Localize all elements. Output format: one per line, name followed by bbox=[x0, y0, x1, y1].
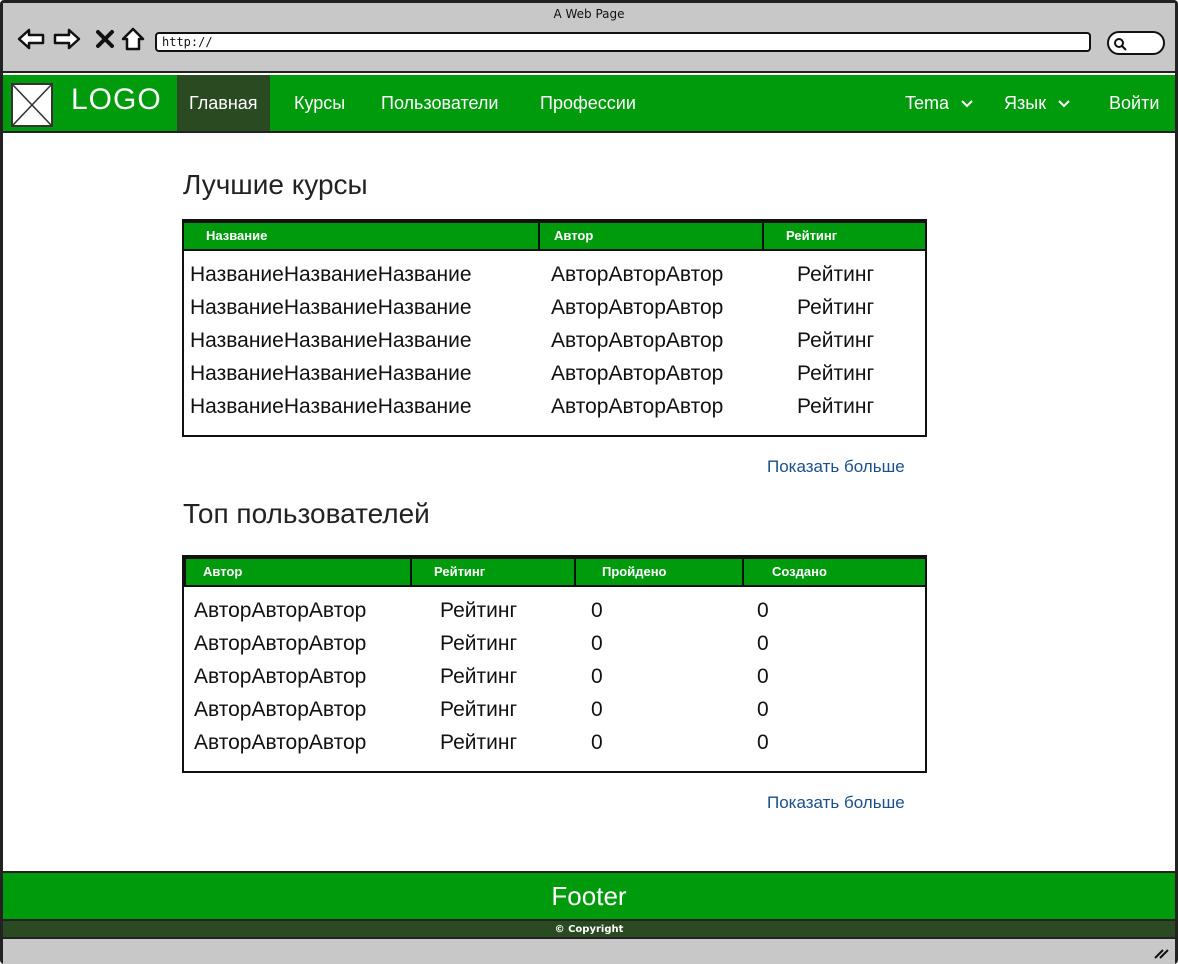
course-name: НазваниеНазваниеНазвание bbox=[190, 263, 472, 286]
column-header[interactable]: Рейтинг bbox=[410, 557, 576, 587]
table-row[interactable]: АвторАвторАвтор Рейтинг 0 0 bbox=[184, 727, 925, 760]
course-rating: Рейтинг bbox=[797, 263, 875, 286]
table-row[interactable]: АвторАвторАвтор Рейтинг 0 0 bbox=[184, 628, 925, 661]
show-more-courses-link[interactable]: Показать больше bbox=[767, 457, 905, 477]
column-header[interactable]: Пройдено bbox=[574, 557, 744, 587]
home-icon[interactable] bbox=[119, 25, 147, 53]
course-author: АвторАвторАвтор bbox=[551, 362, 724, 385]
copyright: © Copyright bbox=[3, 919, 1175, 939]
nav-item-courses[interactable]: Курсы bbox=[282, 75, 357, 131]
user-completed: 0 bbox=[591, 599, 603, 622]
course-name: НазваниеНазваниеНазвание bbox=[190, 362, 472, 385]
nav-item-home[interactable]: Главная bbox=[177, 75, 270, 131]
browser-statusbar bbox=[3, 939, 1175, 964]
column-header[interactable]: Рейтинг bbox=[762, 221, 927, 251]
chevron-down-icon bbox=[961, 100, 973, 108]
user-rating: Рейтинг bbox=[440, 665, 518, 688]
user-created: 0 bbox=[757, 665, 769, 688]
user-author: АвторАвторАвтор bbox=[194, 632, 367, 655]
user-created: 0 bbox=[757, 698, 769, 721]
search-icon bbox=[1114, 38, 1127, 51]
course-author: АвторАвторАвтор bbox=[551, 395, 724, 418]
chevron-down-icon bbox=[1058, 100, 1070, 108]
theme-label: Tema bbox=[905, 93, 950, 113]
table-header: Автор Рейтинг Пройдено Создано bbox=[184, 557, 927, 587]
logo-text: LOGO bbox=[71, 83, 162, 116]
login-button[interactable]: Войти bbox=[1097, 75, 1171, 131]
column-header[interactable]: Автор bbox=[538, 221, 764, 251]
top-users-title: Топ пользователей bbox=[183, 498, 430, 529]
window-title: A Web Page bbox=[553, 7, 625, 21]
course-rating: Рейтинг bbox=[797, 395, 875, 418]
best-courses-title: Лучшие курсы bbox=[183, 169, 368, 200]
resize-grip-icon[interactable] bbox=[1153, 946, 1169, 960]
column-header[interactable]: Создано bbox=[742, 557, 927, 587]
course-rating: Рейтинг bbox=[797, 362, 875, 385]
table-row[interactable]: НазваниеНазваниеНазвание АвторАвторАвтор… bbox=[184, 325, 925, 358]
course-name: НазваниеНазваниеНазвание bbox=[190, 395, 472, 418]
user-rating: Рейтинг bbox=[440, 698, 518, 721]
user-rating: Рейтинг bbox=[440, 599, 518, 622]
browser-window: A Web Page http:// LOGO Главная Курсы По… bbox=[0, 0, 1178, 964]
user-completed: 0 bbox=[591, 731, 603, 754]
nav-item-professions[interactable]: Профессии bbox=[528, 75, 648, 131]
column-header[interactable]: Автор bbox=[184, 557, 412, 587]
close-icon[interactable] bbox=[91, 25, 119, 53]
user-completed: 0 bbox=[591, 698, 603, 721]
table-row[interactable]: АвторАвторАвтор Рейтинг 0 0 bbox=[184, 694, 925, 727]
theme-dropdown[interactable]: Tema bbox=[893, 75, 986, 131]
table-row[interactable]: НазваниеНазваниеНазвание АвторАвторАвтор… bbox=[184, 259, 925, 292]
language-label: Язык bbox=[1004, 93, 1047, 113]
browser-toolbar: A Web Page http:// bbox=[3, 3, 1175, 73]
course-name: НазваниеНазваниеНазвание bbox=[190, 329, 472, 352]
nav-item-users[interactable]: Пользователи bbox=[369, 75, 510, 131]
back-arrow-icon[interactable] bbox=[17, 25, 45, 53]
user-created: 0 bbox=[757, 632, 769, 655]
table-row[interactable]: АвторАвторАвтор Рейтинг 0 0 bbox=[184, 595, 925, 628]
course-author: АвторАвторАвтор bbox=[551, 329, 724, 352]
footer: Footer bbox=[3, 871, 1175, 919]
top-users-table: Автор Рейтинг Пройдено Создано АвторАвто… bbox=[182, 555, 927, 773]
table-row[interactable]: НазваниеНазваниеНазвание АвторАвторАвтор… bbox=[184, 292, 925, 325]
forward-arrow-icon[interactable] bbox=[53, 25, 81, 53]
table-row[interactable]: АвторАвторАвтор Рейтинг 0 0 bbox=[184, 661, 925, 694]
url-input[interactable]: http:// bbox=[155, 32, 1091, 52]
user-author: АвторАвторАвтор bbox=[194, 665, 367, 688]
user-created: 0 bbox=[757, 731, 769, 754]
course-rating: Рейтинг bbox=[797, 329, 875, 352]
table-row[interactable]: НазваниеНазваниеНазвание АвторАвторАвтор… bbox=[184, 391, 925, 424]
course-author: АвторАвторАвтор bbox=[551, 263, 724, 286]
table-header: Название Автор Рейтинг bbox=[182, 221, 927, 251]
course-author: АвторАвторАвтор bbox=[551, 296, 724, 319]
user-rating: Рейтинг bbox=[440, 632, 518, 655]
user-completed: 0 bbox=[591, 632, 603, 655]
best-courses-table: Название Автор Рейтинг НазваниеНазваниеН… bbox=[182, 219, 927, 437]
user-completed: 0 bbox=[591, 665, 603, 688]
language-dropdown[interactable]: Язык bbox=[992, 75, 1083, 131]
column-header[interactable]: Название bbox=[182, 221, 540, 251]
user-author: АвторАвторАвтор bbox=[194, 731, 367, 754]
user-author: АвторАвторАвтор bbox=[194, 698, 367, 721]
show-more-users-link[interactable]: Показать больше bbox=[767, 793, 905, 813]
course-name: НазваниеНазваниеНазвание bbox=[190, 296, 472, 319]
user-created: 0 bbox=[757, 599, 769, 622]
table-row[interactable]: НазваниеНазваниеНазвание АвторАвторАвтор… bbox=[184, 358, 925, 391]
app-navbar: LOGO Главная Курсы Пользователи Професси… bbox=[3, 75, 1175, 133]
user-rating: Рейтинг bbox=[440, 731, 518, 754]
logo-image bbox=[11, 83, 53, 127]
course-rating: Рейтинг bbox=[797, 296, 875, 319]
user-author: АвторАвторАвтор bbox=[194, 599, 367, 622]
browser-search[interactable] bbox=[1107, 31, 1165, 55]
